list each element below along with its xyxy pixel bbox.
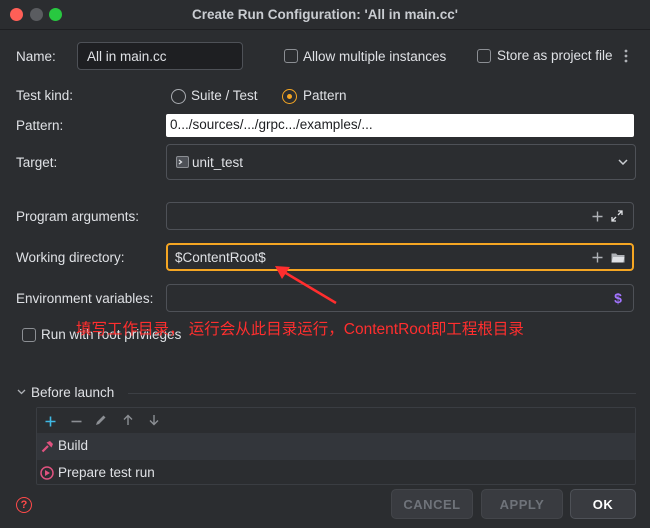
annotation-text: 填写工作目录， 运行会从此目录运行，ContentRoot即工程根目录 xyxy=(76,321,524,338)
before-launch-label[interactable]: Before launch xyxy=(31,385,114,400)
pattern-radio-label: Pattern xyxy=(303,88,347,103)
program-arguments-field[interactable] xyxy=(166,202,634,230)
environment-variables-label: Environment variables: xyxy=(16,291,154,306)
working-directory-label: Working directory: xyxy=(16,250,125,265)
section-divider xyxy=(128,393,636,394)
launch-item-label: Prepare test run xyxy=(58,465,155,480)
working-directory-value: $ContentRoot$ xyxy=(175,250,266,265)
suite-test-label: Suite / Test xyxy=(191,88,258,103)
test-kind-label: Test kind: xyxy=(16,88,74,103)
window-title: Create Run Configuration: 'All in main.c… xyxy=(192,7,458,22)
title-bar: Create Run Configuration: 'All in main.c… xyxy=(0,0,650,30)
store-project-file-checkbox[interactable] xyxy=(477,49,491,63)
move-up-icon[interactable] xyxy=(121,413,135,427)
folder-icon[interactable] xyxy=(610,250,626,264)
before-launch-toolbar xyxy=(37,408,635,434)
move-down-icon[interactable] xyxy=(147,413,161,427)
before-launch-list: Build Prepare test run xyxy=(36,407,636,485)
pattern-field[interactable]: 0.../sources/.../grpc.../examples/... xyxy=(166,114,634,137)
chevron-down-icon[interactable] xyxy=(16,387,26,397)
chevron-down-icon xyxy=(617,156,629,168)
target-select[interactable]: unit_test xyxy=(166,144,636,180)
pattern-radio[interactable] xyxy=(282,89,297,104)
apply-button[interactable]: APPLY xyxy=(481,489,563,519)
expand-icon[interactable] xyxy=(610,209,624,223)
launch-item-label: Build xyxy=(58,438,89,453)
working-directory-field[interactable]: $ContentRoot$ xyxy=(166,243,634,271)
edit-task-icon[interactable] xyxy=(94,413,108,427)
target-value: unit_test xyxy=(192,155,244,170)
prepare-test-icon xyxy=(40,466,54,480)
cancel-button[interactable]: CANCEL xyxy=(391,489,473,519)
help-icon[interactable]: ? xyxy=(16,497,32,513)
name-field[interactable]: All in main.cc xyxy=(77,42,243,70)
root-privileges-checkbox[interactable] xyxy=(22,328,36,342)
more-options-icon[interactable] xyxy=(621,48,631,64)
dollar-icon[interactable]: $ xyxy=(611,289,625,307)
pattern-label: Pattern: xyxy=(16,118,64,133)
store-project-file-label: Store as project file xyxy=(497,48,613,63)
hammer-icon xyxy=(40,439,54,453)
launch-item-build[interactable]: Build xyxy=(37,433,635,460)
suite-test-radio[interactable] xyxy=(171,89,186,104)
launch-item-prepare[interactable]: Prepare test run xyxy=(37,460,635,487)
target-label: Target: xyxy=(16,155,58,170)
program-arguments-label: Program arguments: xyxy=(16,209,140,224)
ok-button[interactable]: OK xyxy=(570,489,636,519)
add-task-icon[interactable] xyxy=(43,414,57,428)
remove-task-icon[interactable] xyxy=(69,414,83,428)
add-macro-icon[interactable] xyxy=(590,250,604,264)
allow-multiple-checkbox[interactable] xyxy=(284,49,298,63)
allow-multiple-label: Allow multiple instances xyxy=(303,49,447,64)
add-icon[interactable] xyxy=(590,209,604,223)
terminal-icon xyxy=(175,155,189,169)
name-value: All in main.cc xyxy=(87,49,167,64)
environment-variables-field[interactable]: $ xyxy=(166,284,634,312)
annotation-arrow xyxy=(275,266,337,305)
pattern-value: 0.../sources/.../grpc.../examples/... xyxy=(170,117,373,132)
name-label: Name: xyxy=(16,49,56,64)
